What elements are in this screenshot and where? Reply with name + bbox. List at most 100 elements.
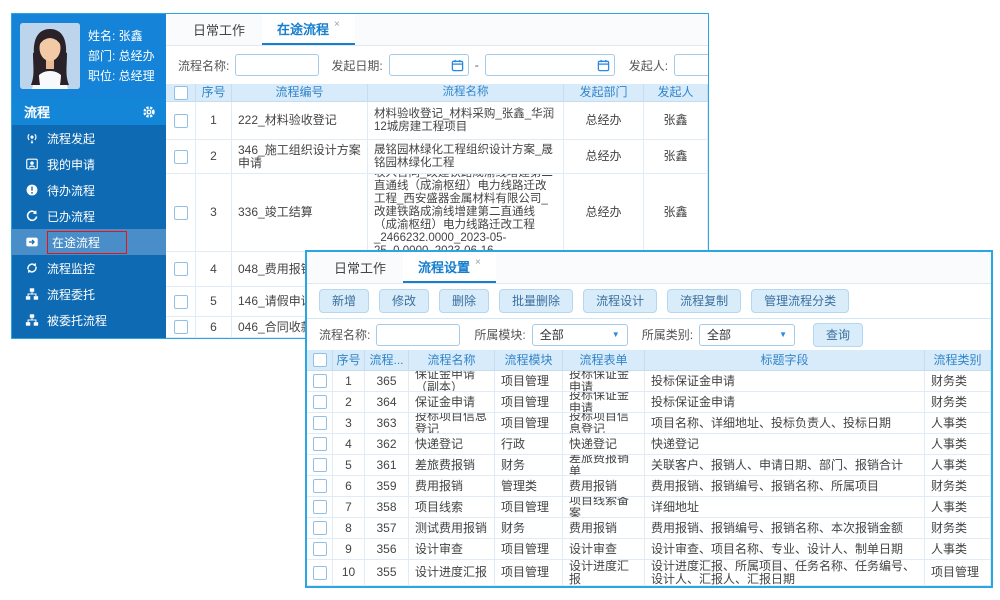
tab-daily-work[interactable]: 日常工作 xyxy=(319,252,401,283)
sidebar: 姓名: 张鑫 部门: 总经办 职位: 总经理 流程 流程发起 我的申请 xyxy=(12,14,166,338)
cell-dept: 总经办 xyxy=(564,102,644,139)
cell-dept: 总经办 xyxy=(564,174,644,251)
cell-dept: 总经办 xyxy=(564,140,644,173)
table-row: 1 365 保证金申请（副本） 项目管理 投标保证金申请 投标保证金申请 财务类 xyxy=(307,371,991,392)
row-checkbox[interactable] xyxy=(174,206,188,220)
arrow-box-icon xyxy=(25,235,39,249)
process-name-label: 流程名称: xyxy=(178,57,229,74)
row-checkbox[interactable] xyxy=(313,374,327,388)
row-checkbox[interactable] xyxy=(174,295,188,309)
cell-code: 365 xyxy=(365,371,409,391)
cell-module: 管理类 xyxy=(495,476,563,496)
col-header-no[interactable]: 序号 xyxy=(196,84,232,101)
row-checkbox[interactable] xyxy=(313,479,327,493)
cell-form: 设计审查 xyxy=(563,539,645,559)
sidebar-header-label: 流程 xyxy=(24,102,50,121)
tab-label: 日常工作 xyxy=(334,258,386,277)
gear-icon[interactable] xyxy=(142,105,156,119)
row-checkbox[interactable] xyxy=(174,320,188,334)
date-to-input[interactable] xyxy=(485,54,615,76)
col-header-dept[interactable]: 发起部门 xyxy=(564,84,644,101)
cell-name: 保证金申请（副本） xyxy=(409,371,495,391)
row-checkbox[interactable] xyxy=(174,150,188,164)
sidebar-item-completed-processes[interactable]: 已办流程 xyxy=(12,203,166,229)
process-design-button[interactable]: 流程设计 xyxy=(583,289,657,313)
add-button[interactable]: 新增 xyxy=(319,289,369,313)
tab-process-settings[interactable]: 流程设置 × xyxy=(403,252,496,283)
profile-position: 职位: 总经理 xyxy=(88,66,155,86)
calendar-icon[interactable] xyxy=(597,59,610,72)
select-all-checkbox[interactable] xyxy=(313,353,327,367)
cell-code: 355 xyxy=(365,560,409,585)
row-checkbox[interactable] xyxy=(313,458,327,472)
category-select[interactable]: 全部 ▼ xyxy=(699,324,795,346)
close-icon[interactable]: × xyxy=(475,257,481,268)
cell-title-fields: 费用报销、报销编号、报销名称、本次报销金额 xyxy=(645,518,925,538)
table-header-row: 序号 流程... 流程名称 流程模块 流程表单 标题字段 流程类别 xyxy=(307,350,991,371)
row-checkbox[interactable] xyxy=(313,500,327,514)
row-checkbox[interactable] xyxy=(313,395,327,409)
initiator-input[interactable] xyxy=(674,54,708,76)
row-checkbox[interactable] xyxy=(313,521,327,535)
tab-in-transit-processes[interactable]: 在途流程 × xyxy=(262,14,355,45)
module-label: 所属模块: xyxy=(474,326,525,343)
sidebar-item-pending-processes[interactable]: 待办流程 xyxy=(12,177,166,203)
cell-no: 2 xyxy=(196,140,232,173)
profile-info: 姓名: 张鑫 部门: 总经办 职位: 总经理 xyxy=(88,26,155,86)
delete-button[interactable]: 删除 xyxy=(439,289,489,313)
id-card-icon xyxy=(25,157,39,171)
col-header-name[interactable]: 流程名称 xyxy=(409,350,495,370)
col-header-no[interactable]: 序号 xyxy=(333,350,365,370)
tab-label: 在途流程 xyxy=(277,19,329,38)
process-name-input[interactable] xyxy=(376,324,460,346)
process-name-input[interactable] xyxy=(235,54,319,76)
select-all-checkbox[interactable] xyxy=(174,86,188,100)
exclamation-circle-icon xyxy=(25,183,39,197)
cell-category: 财务类 xyxy=(925,518,991,538)
close-icon[interactable]: × xyxy=(334,19,340,30)
sidebar-item-my-applications[interactable]: 我的申请 xyxy=(12,151,166,177)
cell-form: 投标项目信息登记 xyxy=(563,413,645,433)
cell-category: 人事类 xyxy=(925,497,991,517)
sidebar-item-process-delegation[interactable]: 流程委托 xyxy=(12,281,166,307)
category-label: 所属类别: xyxy=(642,326,693,343)
row-checkbox[interactable] xyxy=(174,262,188,276)
calendar-icon[interactable] xyxy=(451,59,464,72)
tab-daily-work[interactable]: 日常工作 xyxy=(178,14,260,45)
col-header-category[interactable]: 流程类别 xyxy=(925,350,991,370)
table-row: 3 363 投标项目信息登记 项目管理 投标项目信息登记 项目名称、详细地址、投… xyxy=(307,413,991,434)
cell-no: 1 xyxy=(333,371,365,391)
edit-button[interactable]: 修改 xyxy=(379,289,429,313)
cell-person: 张鑫 xyxy=(644,140,708,173)
col-header-form[interactable]: 流程表单 xyxy=(563,350,645,370)
table-row: 4 362 快递登记 行政 快递登记 快递登记 人事类 xyxy=(307,434,991,455)
sidebar-item-process-start[interactable]: 流程发起 xyxy=(12,125,166,151)
col-header-name[interactable]: 流程名称 xyxy=(368,84,564,101)
front-tabbar: 日常工作 流程设置 × xyxy=(307,252,991,284)
batch-delete-button[interactable]: 批量删除 xyxy=(499,289,573,313)
module-select-value: 全部 xyxy=(540,326,564,343)
sidebar-item-delegated-processes[interactable]: 被委托流程 xyxy=(12,307,166,333)
col-header-module[interactable]: 流程模块 xyxy=(495,350,563,370)
row-checkbox[interactable] xyxy=(313,566,327,580)
sidebar-item-process-monitoring[interactable]: 流程监控 xyxy=(12,255,166,281)
cell-title-fields: 快递登记 xyxy=(645,434,925,454)
row-checkbox[interactable] xyxy=(313,542,327,556)
cell-name: 投标项目信息登记 xyxy=(409,413,495,433)
row-checkbox[interactable] xyxy=(174,114,188,128)
sidebar-item-in-transit-processes[interactable]: 在途流程 xyxy=(12,229,166,255)
process-copy-button[interactable]: 流程复制 xyxy=(667,289,741,313)
row-checkbox[interactable] xyxy=(313,416,327,430)
col-header-person[interactable]: 发起人 xyxy=(644,84,708,101)
manage-process-category-button[interactable]: 管理流程分类 xyxy=(751,289,849,313)
back-tabbar: 日常工作 在途流程 × xyxy=(166,14,708,46)
module-select[interactable]: 全部 ▼ xyxy=(532,324,628,346)
col-header-code[interactable]: 流程编号 xyxy=(232,84,368,101)
front-filter-bar: 流程名称: 所属模块: 全部 ▼ 所属类别: 全部 ▼ 查询 xyxy=(307,319,991,350)
cell-module: 项目管理 xyxy=(495,539,563,559)
row-checkbox[interactable] xyxy=(313,437,327,451)
process-settings-table: 序号 流程... 流程名称 流程模块 流程表单 标题字段 流程类别 1 365 … xyxy=(307,350,991,586)
col-header-title-fields[interactable]: 标题字段 xyxy=(645,350,925,370)
search-button[interactable]: 查询 xyxy=(813,323,863,347)
col-header-code[interactable]: 流程... xyxy=(365,350,409,370)
